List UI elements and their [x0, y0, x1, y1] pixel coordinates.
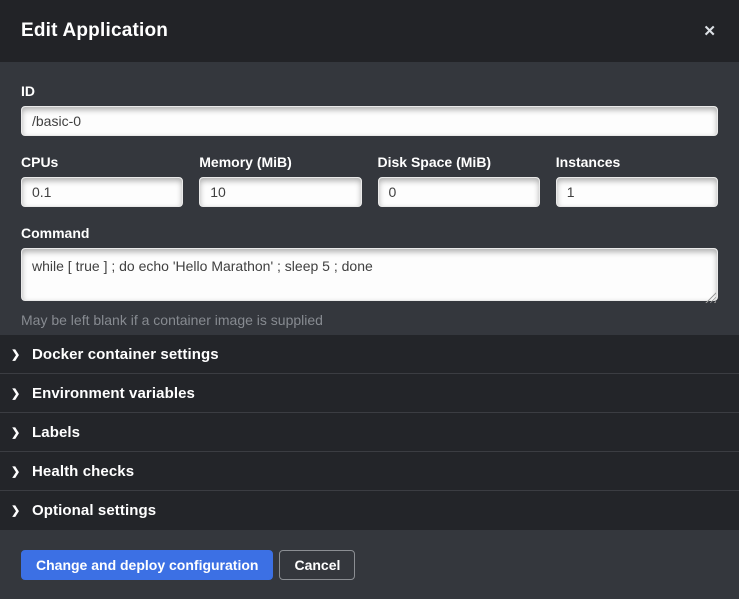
- section-label: Health checks: [32, 463, 134, 480]
- modal-header: Edit Application ✕: [0, 0, 739, 62]
- id-input[interactable]: [21, 106, 718, 136]
- id-field-group: ID: [21, 83, 718, 136]
- cpus-label: CPUs: [21, 154, 183, 170]
- section-docker-container-settings[interactable]: ❯ Docker container settings: [0, 335, 739, 374]
- section-label: Environment variables: [32, 385, 195, 402]
- memory-label: Memory (MiB): [199, 154, 361, 170]
- disk-field-group: Disk Space (MiB): [378, 154, 540, 207]
- close-icon[interactable]: ✕: [699, 20, 720, 43]
- id-label: ID: [21, 83, 718, 99]
- chevron-right-icon: ❯: [11, 465, 32, 478]
- accordion-sections: ❯ Docker container settings ❯ Environmen…: [0, 335, 739, 530]
- modal-title: Edit Application: [21, 20, 168, 42]
- memory-field-group: Memory (MiB): [199, 154, 361, 207]
- chevron-right-icon: ❯: [11, 387, 32, 400]
- cpus-field-group: CPUs: [21, 154, 183, 207]
- application-form: ID CPUs Memory (MiB) Disk Space (MiB) In…: [0, 62, 739, 335]
- command-textarea[interactable]: while [ true ] ; do echo 'Hello Marathon…: [21, 248, 718, 301]
- edit-application-modal: Edit Application ✕ ID CPUs Memory (MiB) …: [0, 0, 739, 599]
- section-environment-variables[interactable]: ❯ Environment variables: [0, 374, 739, 413]
- cpus-input[interactable]: [21, 177, 183, 207]
- command-field-group: Command while [ true ] ; do echo 'Hello …: [21, 225, 718, 328]
- command-help-text: May be left blank if a container image i…: [21, 312, 718, 328]
- memory-input[interactable]: [199, 177, 361, 207]
- section-label: Optional settings: [32, 502, 156, 519]
- disk-input[interactable]: [378, 177, 540, 207]
- change-and-deploy-button[interactable]: Change and deploy configuration: [21, 550, 273, 580]
- command-label: Command: [21, 225, 718, 241]
- disk-label: Disk Space (MiB): [378, 154, 540, 170]
- cancel-button[interactable]: Cancel: [279, 550, 355, 580]
- section-label: Docker container settings: [32, 346, 219, 363]
- instances-field-group: Instances: [556, 154, 718, 207]
- chevron-right-icon: ❯: [11, 426, 32, 439]
- section-labels[interactable]: ❯ Labels: [0, 413, 739, 452]
- section-optional-settings[interactable]: ❯ Optional settings: [0, 491, 739, 530]
- instances-input[interactable]: [556, 177, 718, 207]
- section-health-checks[interactable]: ❯ Health checks: [0, 452, 739, 491]
- command-textarea-wrap: while [ true ] ; do echo 'Hello Marathon…: [21, 248, 718, 306]
- chevron-right-icon: ❯: [11, 504, 32, 517]
- chevron-right-icon: ❯: [11, 348, 32, 361]
- section-label: Labels: [32, 424, 80, 441]
- modal-footer: Change and deploy configuration Cancel: [0, 530, 739, 599]
- resource-fields-row: CPUs Memory (MiB) Disk Space (MiB) Insta…: [21, 154, 718, 207]
- instances-label: Instances: [556, 154, 718, 170]
